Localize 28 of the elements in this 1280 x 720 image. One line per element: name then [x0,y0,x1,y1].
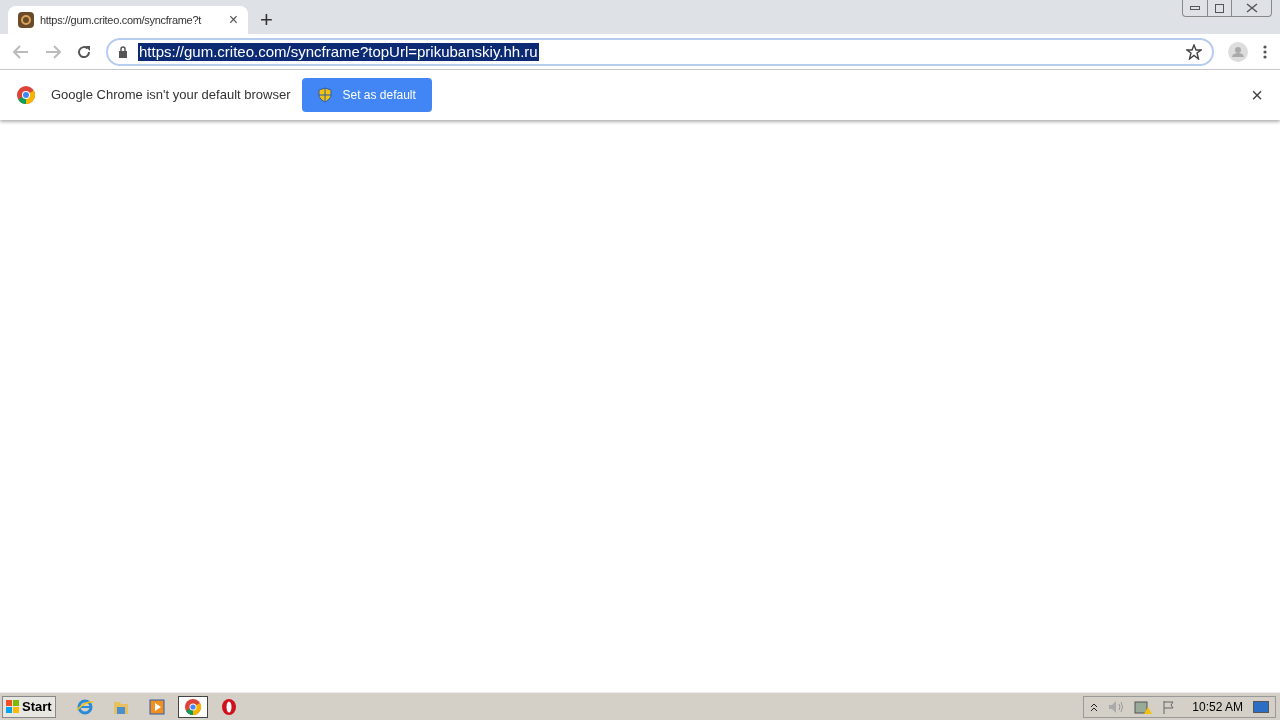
show-desktop-icon[interactable] [1253,700,1269,713]
site-favicon [18,12,34,28]
play-icon [147,697,166,716]
address-bar[interactable]: https://gum.criteo.com/syncframe?topUrl=prikubanskiy.hh.ru [106,37,1214,66]
menu-icon[interactable] [1262,43,1268,60]
browser-logo-icon [17,86,35,104]
taskbar-button[interactable] [177,695,208,718]
url-text: https://gum.criteo.com/syncframe?topUrl=prikubanskiy.hh.ru [138,42,539,61]
lock-icon [118,45,128,58]
clock: 10:52 AM [1192,698,1243,716]
bookmark-star-icon[interactable] [1186,43,1202,60]
new-tab-button[interactable]: + [260,9,273,31]
close-infobar-button[interactable]: × [1251,85,1263,105]
windows-logo-icon [6,699,20,714]
set-default-button[interactable]: Set as default [302,78,432,112]
opera-icon [219,697,238,716]
close-tab-button[interactable]: × [228,12,238,28]
chevron-up-icon[interactable] [1090,701,1099,712]
shield-icon [318,87,333,103]
flag-icon[interactable] [1162,699,1177,714]
infobar-message: Google Chrome isn't your default browser [51,86,291,105]
chrome-icon [183,697,202,716]
reload-icon[interactable] [76,43,92,60]
tab-title: https://gum.criteo.com/syncframe?t [40,12,203,28]
start-button[interactable]: Start [2,695,56,718]
ie-icon [75,697,94,716]
network-warning-icon[interactable] [1134,698,1153,715]
browser-tab[interactable]: https://gum.criteo.com/syncframe?t × [8,6,248,34]
